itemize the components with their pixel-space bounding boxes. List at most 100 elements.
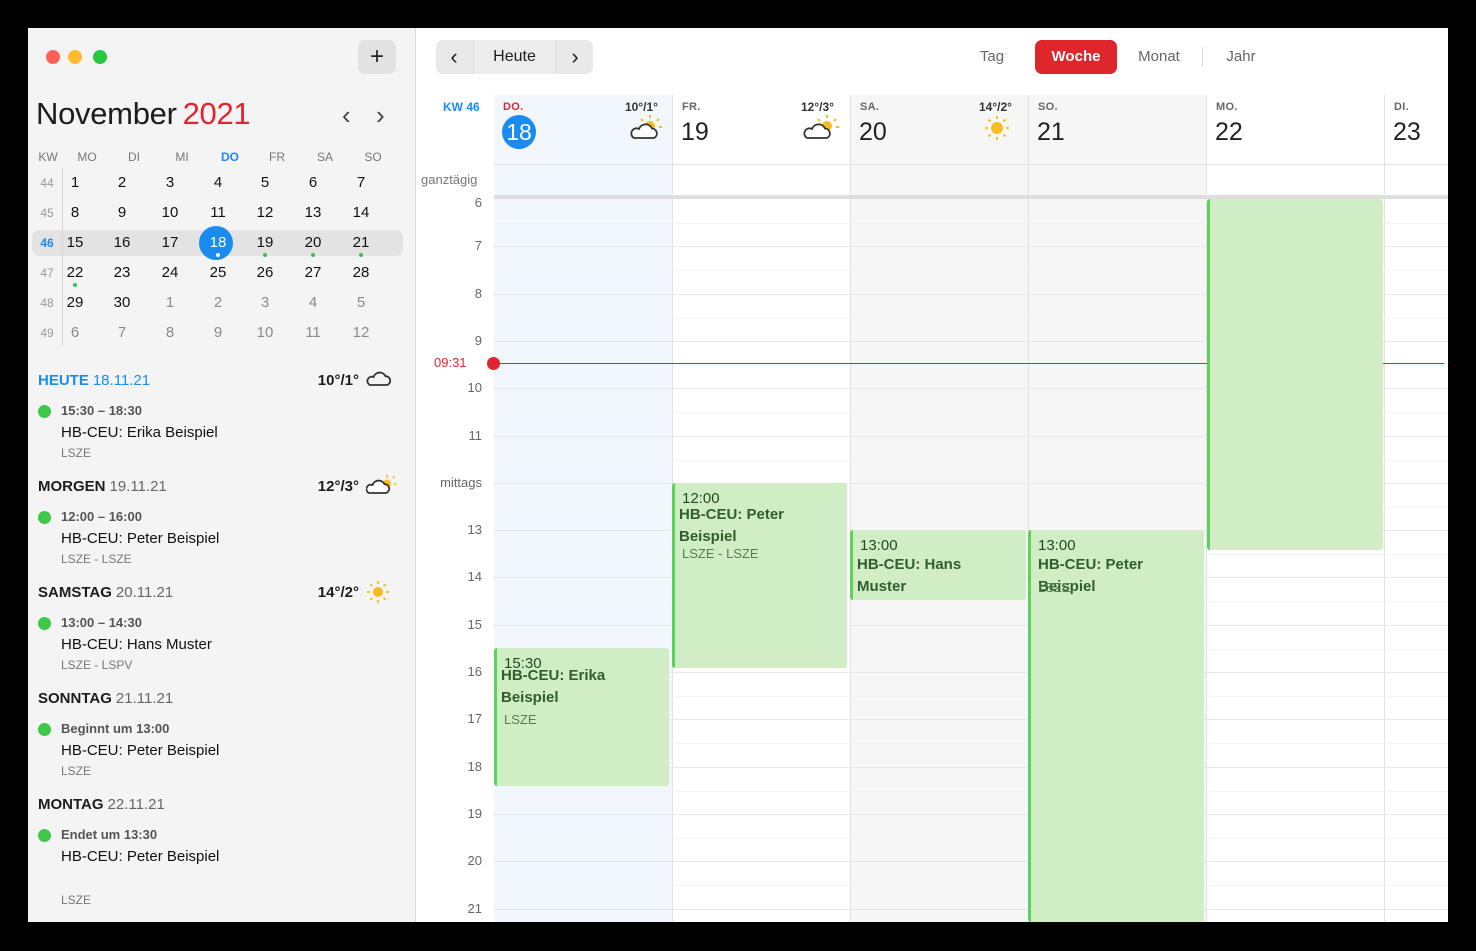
day-header-date[interactable]: 21 [1037, 118, 1065, 147]
agenda-date: 18.11.21 [92, 372, 151, 389]
mini-calendar-day[interactable]: 30 [104, 290, 140, 316]
weekday-header-di: DI [128, 150, 140, 164]
event-time: 13:00 [860, 537, 898, 554]
next-week-button[interactable]: › [557, 40, 593, 74]
mini-calendar-day[interactable]: 11 [295, 320, 331, 346]
header-divider [494, 164, 1448, 165]
mini-calendar-day[interactable]: 6 [57, 320, 93, 346]
minimize-window-button[interactable] [68, 50, 82, 64]
event-time: 13:00 [1038, 537, 1076, 554]
view-day-button[interactable]: Tag [962, 40, 1022, 74]
mini-calendar-day[interactable]: 9 [200, 320, 236, 346]
view-week-button[interactable]: Woche [1035, 40, 1117, 74]
mini-calendar-title: November 2021 [36, 96, 251, 132]
zoom-window-button[interactable] [93, 50, 107, 64]
mini-calendar-day[interactable]: 17 [152, 230, 188, 256]
day-header-date[interactable]: 22 [1215, 118, 1243, 147]
agenda-day-header: MORGEN 19.11.21 [38, 478, 167, 495]
next-month-button[interactable]: › [376, 100, 385, 131]
mini-calendar-day[interactable]: 7 [343, 170, 379, 196]
agenda-weather: 14°/2° [317, 584, 359, 601]
agenda-date: 19.11.21 [109, 478, 167, 495]
mini-calendar-day[interactable]: 3 [152, 170, 188, 196]
add-event-button[interactable]: + [358, 40, 396, 74]
event-monday-continuation[interactable] [1207, 199, 1383, 550]
event-location: LSZE [1038, 580, 1071, 595]
hour-label: 6 [474, 195, 482, 210]
event-peter-friday[interactable]: 12:00 HB-CEU: Peter Beispiel LSZE - LSZE [672, 483, 847, 668]
mini-calendar-day[interactable]: 28 [343, 260, 379, 286]
mini-calendar-day[interactable]: 11 [200, 200, 236, 226]
agenda-event-title[interactable]: HB-CEU: Peter Beispiel [61, 530, 219, 547]
agenda-date: 20.11.21 [115, 584, 174, 601]
mini-calendar-day[interactable]: 12 [247, 200, 283, 226]
view-year-button[interactable]: Jahr [1213, 40, 1269, 74]
hour-line [494, 861, 1448, 862]
mini-calendar-day[interactable]: 5 [343, 290, 379, 316]
current-time-label: 09:31 [434, 355, 467, 370]
agenda-event-title[interactable]: HB-CEU: Erika Beispiel [61, 424, 218, 441]
mini-calendar-day[interactable]: 10 [247, 320, 283, 346]
mini-calendar-day[interactable]: 14 [343, 200, 379, 226]
agenda-date: 22.11.21 [107, 796, 165, 813]
month-name: November [36, 96, 177, 131]
mini-calendar-day[interactable]: 12 [343, 320, 379, 346]
agenda-event-title[interactable]: HB-CEU: Peter Beispiel [61, 742, 219, 759]
mini-calendar-day[interactable]: 8 [152, 320, 188, 346]
mini-calendar-day[interactable]: 6 [295, 170, 331, 196]
agenda-date: 21.11.21 [115, 690, 174, 707]
mini-calendar-day[interactable]: 27 [295, 260, 331, 286]
mini-calendar-day[interactable]: 9 [104, 200, 140, 226]
day-header-date[interactable]: 19 [681, 118, 709, 147]
mini-calendar-day[interactable]: 5 [247, 170, 283, 196]
mini-calendar-day[interactable]: 2 [200, 290, 236, 316]
mini-calendar-day[interactable]: 29 [57, 290, 93, 316]
event-erika-thursday[interactable]: 15:30 HB-CEU: Erika Beispiel LSZE [494, 648, 669, 786]
hour-label: 16 [467, 664, 482, 679]
mini-calendar-day[interactable]: 16 [104, 230, 140, 256]
mini-calendar-day[interactable]: 3 [247, 290, 283, 316]
cloud-sun-icon [803, 114, 839, 147]
mini-calendar-day[interactable]: 10 [152, 200, 188, 226]
event-hans-saturday[interactable]: 13:00 HB-CEU: Hans Muster [850, 530, 1026, 600]
mini-calendar-day[interactable]: 7 [104, 320, 140, 346]
sidebar: + November 2021 ‹ › KW MO DI MI DO FR SA … [28, 28, 416, 922]
half-hour-line [494, 601, 1448, 602]
close-window-button[interactable] [46, 50, 60, 64]
event-indicator-dot [73, 283, 77, 287]
prev-week-button[interactable]: ‹ [436, 40, 472, 74]
mini-calendar-day[interactable]: 25 [200, 260, 236, 286]
event-peter-sunday[interactable]: 13:00 HB-CEU: Peter Beispiel LSZE [1028, 530, 1204, 922]
view-separator [1202, 47, 1203, 67]
hour-label: 20 [467, 853, 482, 868]
mini-calendar-day[interactable]: 8 [57, 200, 93, 226]
mini-calendar-day[interactable]: 26 [247, 260, 283, 286]
mini-calendar-day[interactable]: 1 [57, 170, 93, 196]
mini-calendar-day[interactable]: 2 [104, 170, 140, 196]
mini-calendar-day[interactable]: 1 [152, 290, 188, 316]
day-header-date[interactable]: 23 [1393, 118, 1421, 147]
agenda-event-time: 12:00 – 16:00 [61, 509, 142, 524]
day-header-date-today[interactable]: 18 [502, 115, 536, 149]
today-column-bg [494, 95, 672, 922]
sun-icon [984, 115, 1010, 146]
mini-calendar-day[interactable]: 4 [295, 290, 331, 316]
mini-calendar-day[interactable]: 24 [152, 260, 188, 286]
mini-calendar-day[interactable]: 23 [104, 260, 140, 286]
prev-month-button[interactable]: ‹ [342, 100, 351, 131]
weekday-header-so: SO [364, 150, 382, 164]
today-button[interactable]: Heute [473, 40, 556, 74]
agenda-event-title[interactable]: HB-CEU: Hans Muster [61, 636, 212, 653]
view-month-button[interactable]: Monat [1128, 40, 1190, 74]
hour-label: mittags [440, 475, 482, 490]
mini-calendar-day[interactable]: 13 [295, 200, 331, 226]
mini-calendar-day[interactable]: 15 [57, 230, 93, 256]
agenda-event-title[interactable]: HB-CEU: Peter Beispiel [61, 848, 219, 865]
mini-calendar-day[interactable]: 4 [200, 170, 236, 196]
current-time-dot [487, 357, 500, 370]
hour-line [494, 909, 1448, 910]
event-indicator-dot [263, 253, 267, 257]
agenda-event-time: Endet um 13:30 [61, 827, 158, 842]
day-header-date[interactable]: 20 [859, 118, 887, 147]
hour-label: 19 [467, 806, 482, 821]
